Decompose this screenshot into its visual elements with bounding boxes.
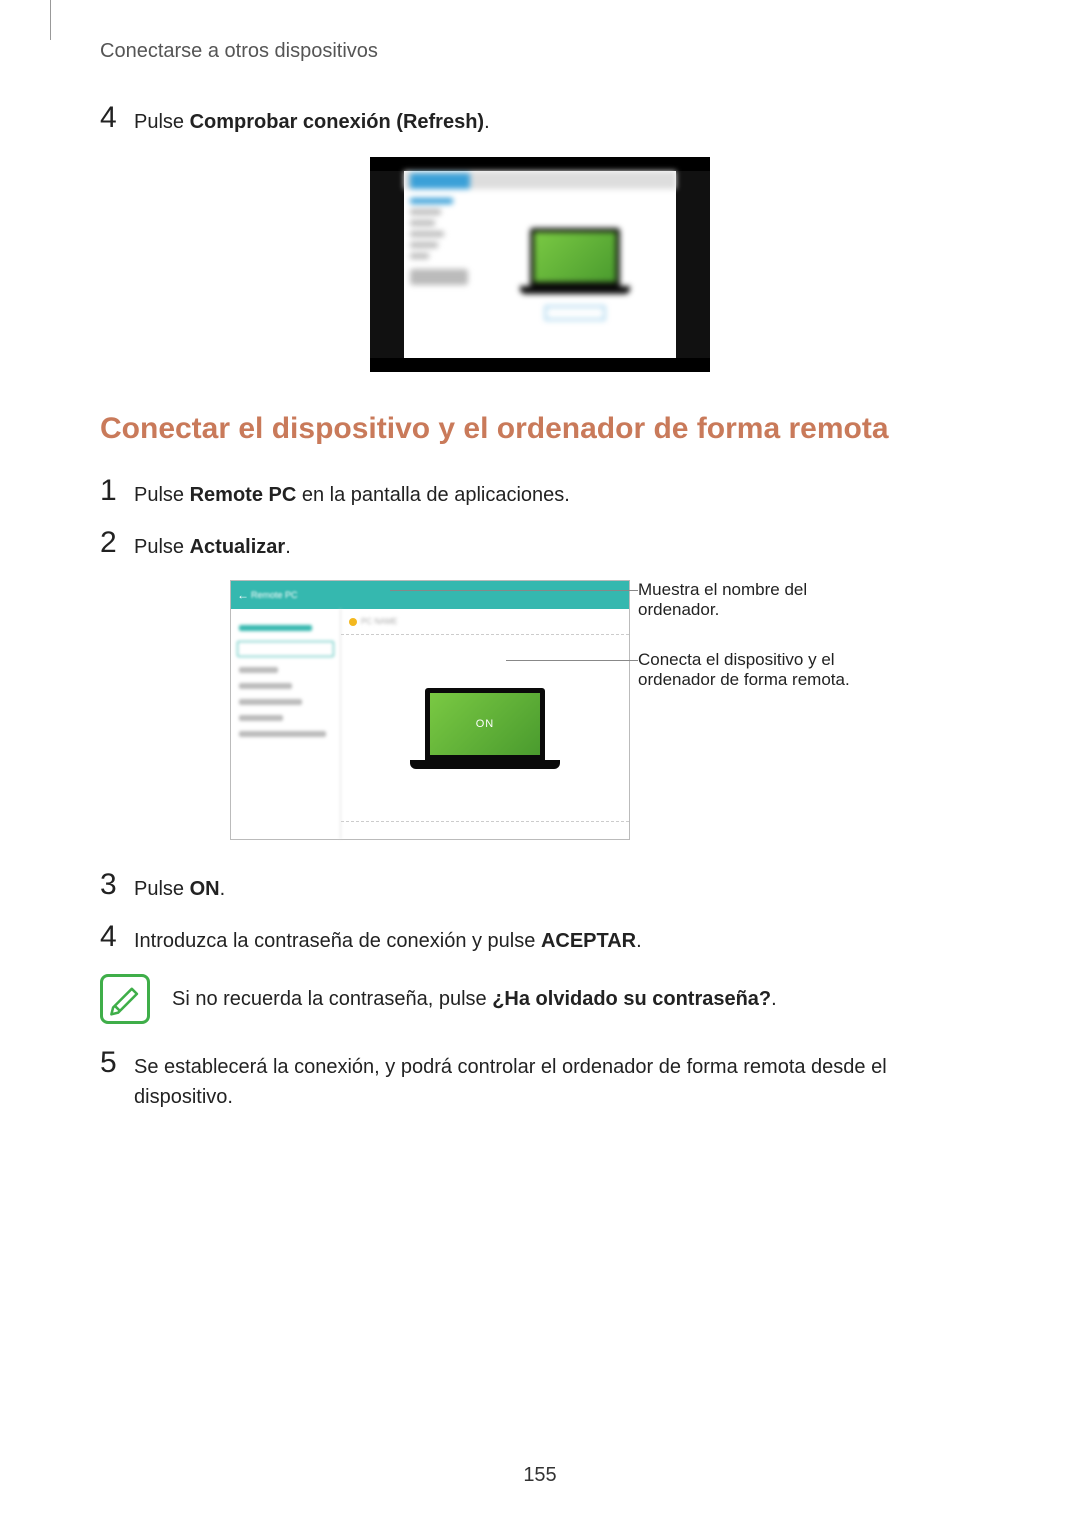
on-label: ON — [476, 718, 495, 730]
leader-line — [390, 590, 638, 591]
section-heading: Conectar el dispositivo y el ordenador d… — [100, 412, 980, 446]
step-text: Pulse Comprobar conexión (Refresh). — [134, 103, 490, 137]
text-prefix: Pulse — [134, 878, 190, 900]
callout-connect: Conecta el dispositivo y el ordenador de… — [638, 650, 850, 690]
text-bold: ON — [190, 878, 220, 900]
note-row: Si no recuerda la contraseña, pulse ¿Ha … — [100, 974, 980, 1024]
step-text: Pulse ON. — [134, 870, 225, 904]
breadcrumb: Conectarse a otros dispositivos — [100, 40, 980, 63]
callout-pc-name: Muestra el nombre del ordenador. — [638, 580, 850, 620]
step-number: 4 — [100, 922, 134, 952]
page-number: 155 — [523, 1464, 556, 1487]
step-number: 3 — [100, 870, 134, 900]
step-text: Pulse Remote PC en la pantalla de aplica… — [134, 476, 570, 510]
text-prefix: Si no recuerda la contraseña, pulse — [172, 988, 492, 1010]
text-bold: ACEPTAR — [541, 930, 636, 952]
back-icon: ← — [237, 588, 249, 602]
figure-2-wrap: ← Remote PC — [100, 580, 980, 840]
status-dot-icon — [349, 618, 357, 626]
note-icon — [100, 974, 150, 1024]
page-edge-rule — [50, 0, 51, 40]
text-suffix: . — [285, 536, 291, 558]
text-bold: Comprobar conexión (Refresh) — [190, 111, 484, 133]
figure-1-wrap — [100, 157, 980, 372]
step-3-on: 3 Pulse ON. — [100, 870, 980, 904]
text-prefix: Pulse — [134, 484, 190, 506]
text-prefix: Pulse — [134, 536, 190, 558]
step-number: 4 — [100, 103, 134, 133]
figure-1-screenshot — [370, 157, 710, 372]
text-prefix: Introduzca la contraseña de conexión y p… — [134, 930, 541, 952]
figure-2-screenshot: ← Remote PC — [230, 580, 630, 840]
step-text: Se establecerá la conexión, y podrá cont… — [134, 1048, 980, 1112]
text-suffix: en la pantalla de aplicaciones. — [296, 484, 570, 506]
page-content: Conectarse a otros dispositivos 4 Pulse … — [0, 0, 1080, 1170]
step-1-remote-pc: 1 Pulse Remote PC en la pantalla de apli… — [100, 476, 980, 510]
step-4-refresh: 4 Pulse Comprobar conexión (Refresh). — [100, 103, 980, 137]
step-number: 5 — [100, 1048, 134, 1078]
text-suffix: . — [484, 111, 490, 133]
leader-line — [506, 660, 638, 661]
text-bold: Remote PC — [190, 484, 297, 506]
step-2-actualizar: 2 Pulse Actualizar. — [100, 528, 980, 562]
step-number: 1 — [100, 476, 134, 506]
text-bold: Actualizar — [190, 536, 286, 558]
text-suffix: . — [636, 930, 642, 952]
step-number: 2 — [100, 528, 134, 558]
text-suffix: . — [771, 988, 777, 1010]
step-text: Pulse Actualizar. — [134, 528, 291, 562]
step-4-password: 4 Introduzca la contraseña de conexión y… — [100, 922, 980, 956]
text-bold: ¿Ha olvidado su contraseña? — [492, 988, 771, 1010]
text-prefix: Pulse — [134, 111, 190, 133]
step-text: Introduzca la contraseña de conexión y p… — [134, 922, 642, 956]
step-5-connection: 5 Se establecerá la conexión, y podrá co… — [100, 1048, 980, 1112]
text-suffix: . — [220, 878, 226, 900]
note-text: Si no recuerda la contraseña, pulse ¿Ha … — [172, 984, 777, 1014]
callouts: Muestra el nombre del ordenador. Conecta… — [630, 580, 850, 718]
